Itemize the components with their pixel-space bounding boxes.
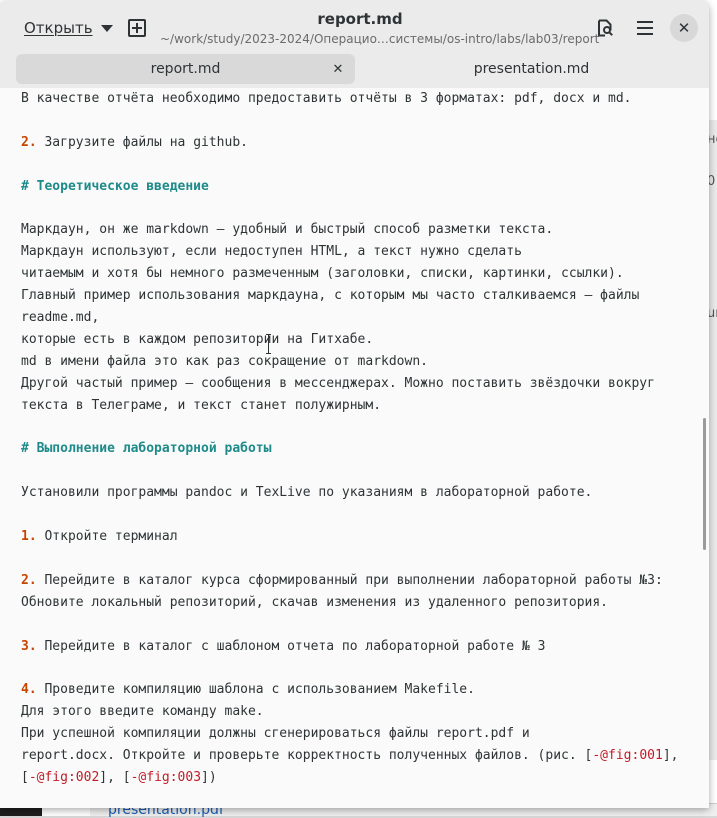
line-text: Перейдите в каталог с шаблоном отчета по… [36, 638, 546, 654]
figure-reference: -@fig:003 [130, 769, 202, 785]
line-text: Маркдаун используют, если недоступен HTM… [21, 244, 522, 260]
header-bar: Открыть report.md ~/work/study/2023-2024… [0, 0, 709, 54]
line-text: Другой частый пример — сообщения в мессе… [21, 375, 655, 391]
window-close-button[interactable]: ✕ [670, 14, 698, 42]
editor-window: Открыть report.md ~/work/study/2023-2024… [0, 0, 709, 808]
list-number: 3. [21, 638, 37, 654]
line-text: Откройте терминал [36, 529, 178, 544]
line-text: report.docx. Откройте и проверьте коррек… [21, 748, 593, 763]
editor-line: report.docx. Откройте и проверьте коррек… [21, 745, 678, 767]
markdown-heading: # Выполнение лабораторной работы [21, 441, 272, 457]
line-text: ]) [201, 769, 217, 785]
editor-line: 3. Перейдите в каталог с шаблоном отчета… [21, 636, 545, 658]
open-menu-button[interactable]: Открыть [14, 12, 113, 44]
editor-line: [-@fig:002], [-@fig:003]) [21, 767, 217, 789]
line-text: Проведите компиляцию шаблона с использов… [36, 682, 475, 698]
window-title-block: report.md ~/work/study/2023-2024/Операци… [160, 10, 600, 46]
editor-line: # Выполнение лабораторной работы [21, 438, 271, 460]
new-document-icon [128, 19, 146, 37]
file-path: ~/work/study/2023-2024/Операцио…системы/… [160, 32, 600, 46]
editor-line: 1. Откройте терминал [21, 526, 178, 548]
hamburger-menu-icon [637, 21, 653, 35]
figure-reference: -@fig:002 [28, 769, 100, 785]
editor-line: md в имени файла это как раз сокращение … [21, 351, 428, 373]
chevron-down-icon [100, 24, 113, 32]
markdown-heading: # Теоретическое введение [21, 178, 209, 194]
line-text: текста в Телеграме, и текст станет полуж… [21, 397, 382, 413]
figure-reference: -@fig:001 [592, 748, 663, 763]
line-text: Загрузите файлы на github. [36, 134, 248, 150]
line-text: Маркдаун, он же markdown — удобный и быс… [21, 222, 554, 238]
line-text: ], [662, 748, 679, 763]
editor-line: # Теоретическое введение [21, 176, 209, 198]
line-text: Установили программы pandoc и TexLive по… [21, 485, 593, 501]
editor-line: Обновите локальный репозиторий, скачав и… [21, 592, 608, 614]
editor-line: которые есть в каждом репозитории на Гит… [21, 329, 373, 351]
editor-line: Главный пример использования маркдауна, … [21, 285, 639, 307]
line-text: которые есть в каждом репозитории на Гит… [21, 331, 374, 347]
list-number: 2. [21, 572, 37, 588]
find-button[interactable] [588, 12, 622, 44]
line-text: читаемым и хотя бы немного размеченным (… [21, 266, 624, 282]
line-text: В качестве отчёта необходимо предоставит… [21, 91, 632, 106]
tab-bar: report.md ✕ presentation.md [0, 54, 709, 88]
open-button-label: Открыть [24, 19, 93, 37]
list-number: 2. [21, 134, 37, 150]
document-search-icon [598, 19, 613, 37]
tab-label: presentation.md [473, 61, 590, 77]
list-number: 4. [21, 682, 37, 698]
window-title: report.md [317, 10, 403, 28]
line-text: ], [ [99, 769, 131, 785]
editor-line: Для этого введите команду make. [21, 701, 264, 723]
new-document-button[interactable] [120, 12, 154, 44]
line-text: Обновите локальный репозиторий, скачав и… [21, 594, 608, 610]
text-editor[interactable]: [-@fig:002], [-@fig:003]) report.docx. От… [0, 88, 709, 808]
editor-line: текста в Телеграме, и текст станет полуж… [21, 395, 381, 417]
vertical-scrollbar[interactable] [703, 418, 706, 550]
editor-line: читаемым и хотя бы немного размеченным (… [21, 263, 624, 285]
main-menu-button[interactable] [628, 12, 662, 44]
line-text: [ [21, 769, 29, 785]
line-text: Перейдите в каталог курса сформированный… [36, 572, 663, 588]
editor-line: Установили программы pandoc и TexLive по… [21, 482, 592, 504]
tab-report-md[interactable]: report.md ✕ [16, 54, 355, 84]
tab-label: report.md [150, 61, 221, 77]
editor-line: При успешной компиляции должны сгенериро… [21, 723, 530, 745]
line-text: md в имени файла это как раз сокращение … [21, 353, 428, 369]
editor-line: 2. Загрузите файлы на github. [21, 132, 248, 154]
close-icon: ✕ [677, 19, 691, 37]
tab-presentation-md[interactable]: presentation.md [362, 54, 701, 84]
line-text: Для этого введите команду make. [21, 704, 264, 720]
editor-line: В качестве отчёта необходимо предоставит… [21, 88, 631, 110]
editor-line: 4. Проведите компиляцию шаблона с исполь… [21, 679, 475, 701]
editor-line: 2. Перейдите в каталог курса сформирован… [21, 570, 663, 592]
line-text: При успешной компиляции должны сгенериро… [21, 726, 530, 742]
i-beam-cursor-icon [266, 334, 272, 354]
editor-line: Другой частый пример — сообщения в мессе… [21, 373, 655, 395]
line-text: Главный пример использования маркдауна, … [21, 288, 640, 304]
tab-close-button[interactable]: ✕ [329, 60, 347, 78]
list-number: 1. [21, 529, 37, 544]
line-text: readme.md, [21, 310, 100, 325]
editor-line: Маркдаун используют, если недоступен HTM… [21, 241, 522, 263]
editor-line: Маркдаун, он же markdown — удобный и быс… [21, 219, 553, 241]
editor-line: readme.md, [21, 307, 99, 329]
